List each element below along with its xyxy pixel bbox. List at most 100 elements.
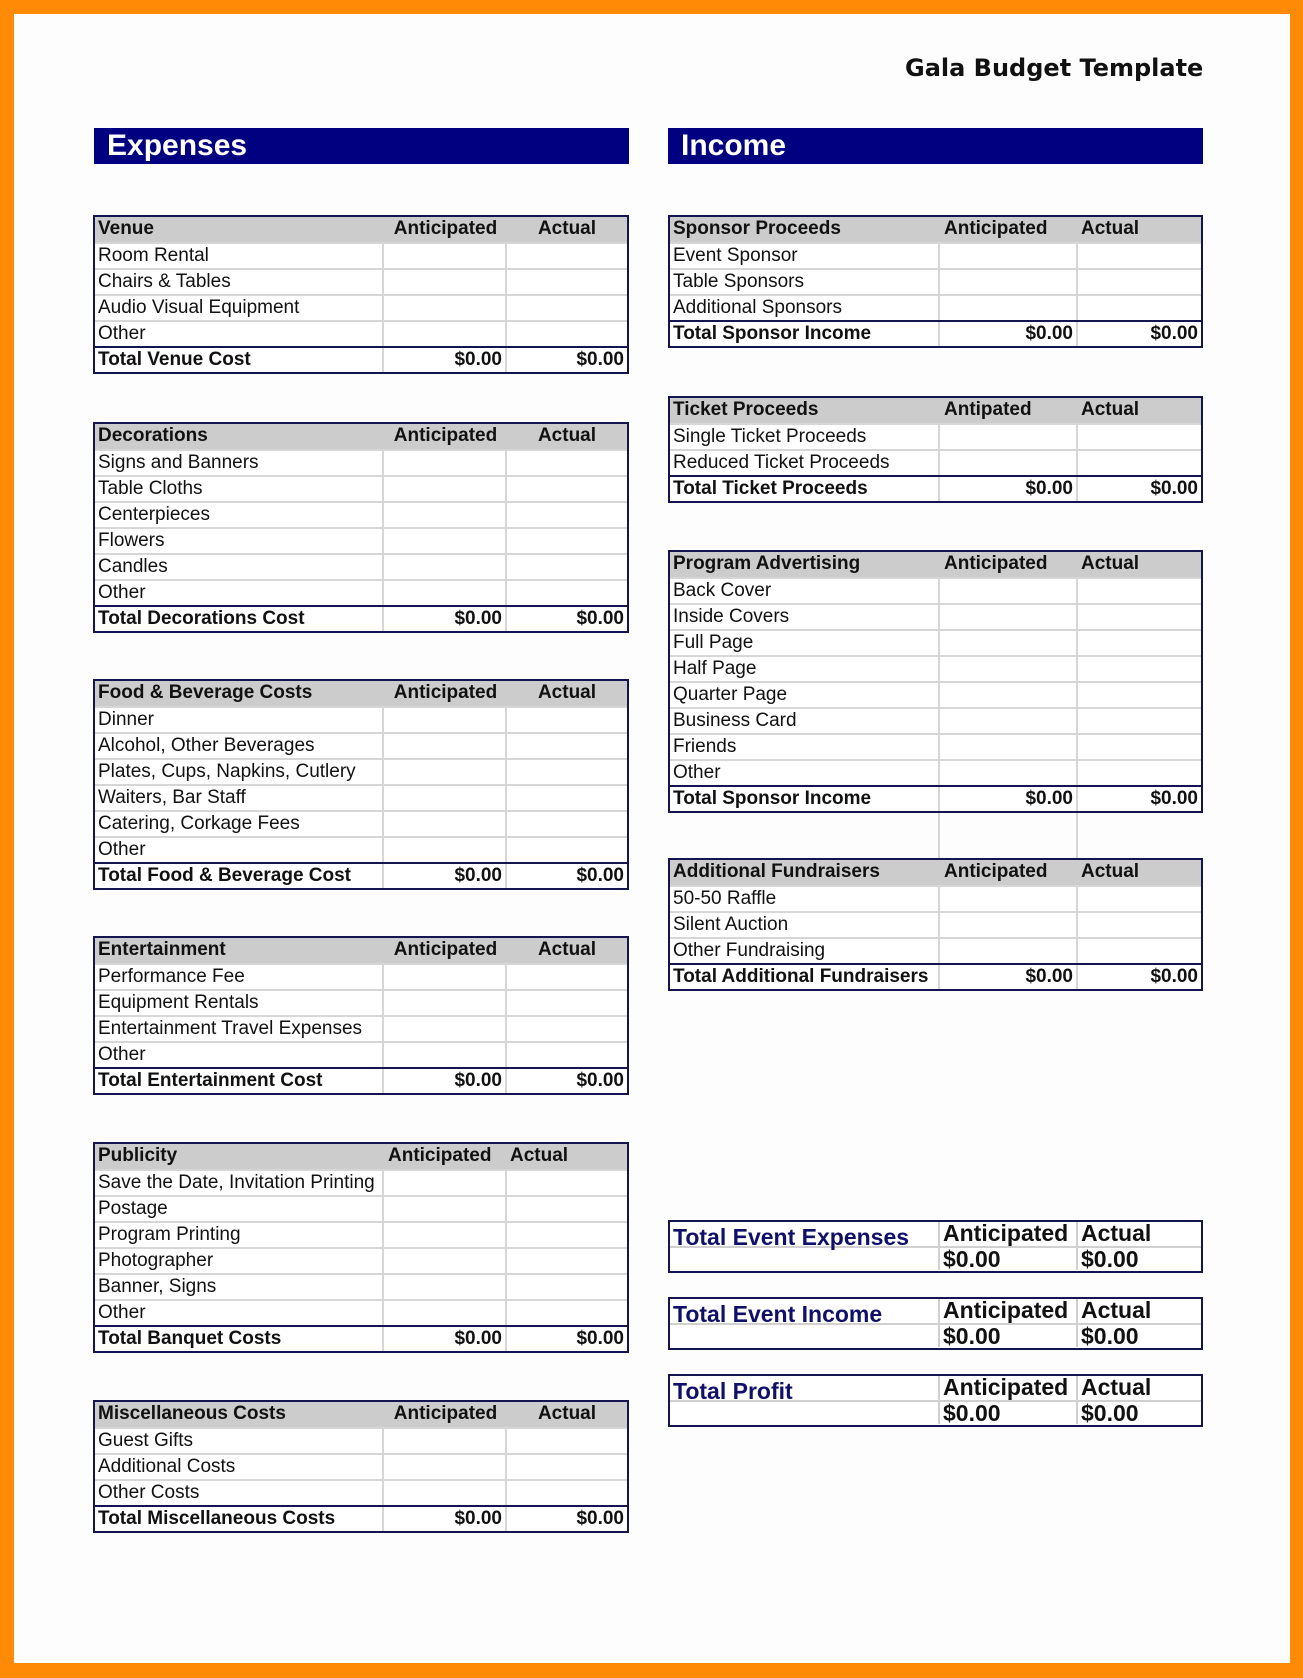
anticipated-input-cell[interactable] bbox=[384, 1455, 507, 1479]
anticipated-input-cell[interactable] bbox=[940, 683, 1078, 707]
actual-input-cell[interactable] bbox=[1078, 631, 1201, 655]
anticipated-input-cell[interactable] bbox=[940, 913, 1078, 937]
anticipated-input-cell[interactable] bbox=[384, 734, 507, 758]
actual-input-cell[interactable] bbox=[507, 477, 627, 501]
anticipated-input-cell[interactable] bbox=[384, 270, 507, 294]
anticipated-input-cell[interactable] bbox=[940, 939, 1078, 963]
anticipated-input-cell[interactable] bbox=[940, 451, 1078, 475]
anticipated-input-cell[interactable] bbox=[384, 477, 507, 501]
line-item-label: Flowers bbox=[95, 529, 384, 553]
anticipated-input-cell[interactable] bbox=[940, 631, 1078, 655]
anticipated-input-cell[interactable] bbox=[384, 838, 507, 862]
anticipated-input-cell[interactable] bbox=[940, 425, 1078, 449]
actual-input-cell[interactable] bbox=[1078, 709, 1201, 733]
actual-input-cell[interactable] bbox=[1078, 605, 1201, 629]
anticipated-input-cell[interactable] bbox=[940, 887, 1078, 911]
actual-input-cell[interactable] bbox=[507, 1301, 627, 1325]
actual-input-cell[interactable] bbox=[507, 1043, 627, 1067]
publicity-table: Publicity Anticipated Actual Save the Date,… bbox=[93, 1142, 629, 1353]
actual-input-cell[interactable] bbox=[507, 708, 627, 732]
anticipated-input-cell[interactable] bbox=[940, 244, 1078, 268]
anticipated-input-cell[interactable] bbox=[384, 296, 507, 320]
summary-header-row: Total Profit Anticipated Actual bbox=[670, 1376, 1201, 1405]
actual-input-cell[interactable] bbox=[507, 270, 627, 294]
actual-input-cell[interactable] bbox=[507, 812, 627, 836]
actual-input-cell[interactable] bbox=[1078, 683, 1201, 707]
total-label: Total Entertainment Cost bbox=[95, 1069, 384, 1093]
anticipated-input-cell[interactable] bbox=[384, 581, 507, 605]
anticipated-input-cell[interactable] bbox=[384, 1197, 507, 1221]
actual-input-cell[interactable] bbox=[507, 1197, 627, 1221]
actual-input-cell[interactable] bbox=[507, 1223, 627, 1247]
anticipated-input-cell[interactable] bbox=[384, 1249, 507, 1273]
anticipated-input-cell[interactable] bbox=[384, 1171, 507, 1195]
actual-input-cell[interactable] bbox=[1078, 270, 1201, 294]
actual-input-cell[interactable] bbox=[507, 1017, 627, 1041]
actual-input-cell[interactable] bbox=[507, 734, 627, 758]
column-header-actual: Actual bbox=[1081, 861, 1140, 882]
anticipated-input-cell[interactable] bbox=[940, 296, 1078, 320]
actual-input-cell[interactable] bbox=[1078, 244, 1201, 268]
column-header-actual: Actual bbox=[537, 218, 597, 239]
anticipated-input-cell[interactable] bbox=[384, 786, 507, 810]
anticipated-input-cell[interactable] bbox=[384, 529, 507, 553]
actual-input-cell[interactable] bbox=[1078, 887, 1201, 911]
actual-input-cell[interactable] bbox=[1078, 761, 1201, 785]
anticipated-input-cell[interactable] bbox=[384, 760, 507, 784]
anticipated-input-cell[interactable] bbox=[384, 1223, 507, 1247]
actual-input-cell[interactable] bbox=[1078, 425, 1201, 449]
anticipated-input-cell[interactable] bbox=[940, 735, 1078, 759]
actual-input-cell[interactable] bbox=[1078, 451, 1201, 475]
actual-input-cell[interactable] bbox=[507, 991, 627, 1015]
anticipated-input-cell[interactable] bbox=[940, 709, 1078, 733]
actual-input-cell[interactable] bbox=[1078, 913, 1201, 937]
actual-input-cell[interactable] bbox=[507, 965, 627, 989]
anticipated-input-cell[interactable] bbox=[384, 1017, 507, 1041]
anticipated-input-cell[interactable] bbox=[384, 451, 507, 475]
anticipated-input-cell[interactable] bbox=[940, 657, 1078, 681]
actual-input-cell[interactable] bbox=[507, 1249, 627, 1273]
column-header-anticipated: Anticipated bbox=[393, 425, 498, 446]
actual-input-cell[interactable] bbox=[507, 1171, 627, 1195]
anticipated-input-cell[interactable] bbox=[384, 555, 507, 579]
anticipated-input-cell[interactable] bbox=[384, 503, 507, 527]
anticipated-input-cell[interactable] bbox=[384, 812, 507, 836]
anticipated-input-cell[interactable] bbox=[940, 270, 1078, 294]
actual-input-cell[interactable] bbox=[507, 1275, 627, 1299]
anticipated-input-cell[interactable] bbox=[384, 1043, 507, 1067]
actual-input-cell[interactable] bbox=[1078, 939, 1201, 963]
actual-input-cell[interactable] bbox=[507, 555, 627, 579]
anticipated-input-cell[interactable] bbox=[384, 322, 507, 346]
total-actual: $0.00 bbox=[576, 349, 624, 370]
actual-input-cell[interactable] bbox=[1078, 657, 1201, 681]
actual-input-cell[interactable] bbox=[507, 296, 627, 320]
anticipated-input-cell[interactable] bbox=[384, 1275, 507, 1299]
anticipated-input-cell[interactable] bbox=[940, 605, 1078, 629]
actual-input-cell[interactable] bbox=[1078, 296, 1201, 320]
actual-input-cell[interactable] bbox=[507, 838, 627, 862]
actual-input-cell[interactable] bbox=[507, 503, 627, 527]
actual-input-cell[interactable] bbox=[507, 581, 627, 605]
anticipated-input-cell[interactable] bbox=[384, 244, 507, 268]
column-header-actual: Actual bbox=[537, 1403, 597, 1424]
anticipated-input-cell[interactable] bbox=[940, 579, 1078, 603]
anticipated-input-cell[interactable] bbox=[384, 1481, 507, 1505]
actual-input-cell[interactable] bbox=[507, 244, 627, 268]
anticipated-input-cell[interactable] bbox=[940, 761, 1078, 785]
actual-input-cell[interactable] bbox=[507, 1481, 627, 1505]
anticipated-input-cell[interactable] bbox=[384, 965, 507, 989]
anticipated-input-cell[interactable] bbox=[384, 708, 507, 732]
actual-input-cell[interactable] bbox=[507, 322, 627, 346]
actual-input-cell[interactable] bbox=[507, 760, 627, 784]
actual-input-cell[interactable] bbox=[507, 451, 627, 475]
anticipated-input-cell[interactable] bbox=[384, 1429, 507, 1453]
actual-input-cell[interactable] bbox=[507, 1455, 627, 1479]
actual-input-cell[interactable] bbox=[507, 1429, 627, 1453]
actual-input-cell[interactable] bbox=[507, 529, 627, 553]
line-item-label: Waiters, Bar Staff bbox=[95, 786, 384, 810]
actual-input-cell[interactable] bbox=[507, 786, 627, 810]
actual-input-cell[interactable] bbox=[1078, 579, 1201, 603]
actual-input-cell[interactable] bbox=[1078, 735, 1201, 759]
anticipated-input-cell[interactable] bbox=[384, 1301, 507, 1325]
anticipated-input-cell[interactable] bbox=[384, 991, 507, 1015]
